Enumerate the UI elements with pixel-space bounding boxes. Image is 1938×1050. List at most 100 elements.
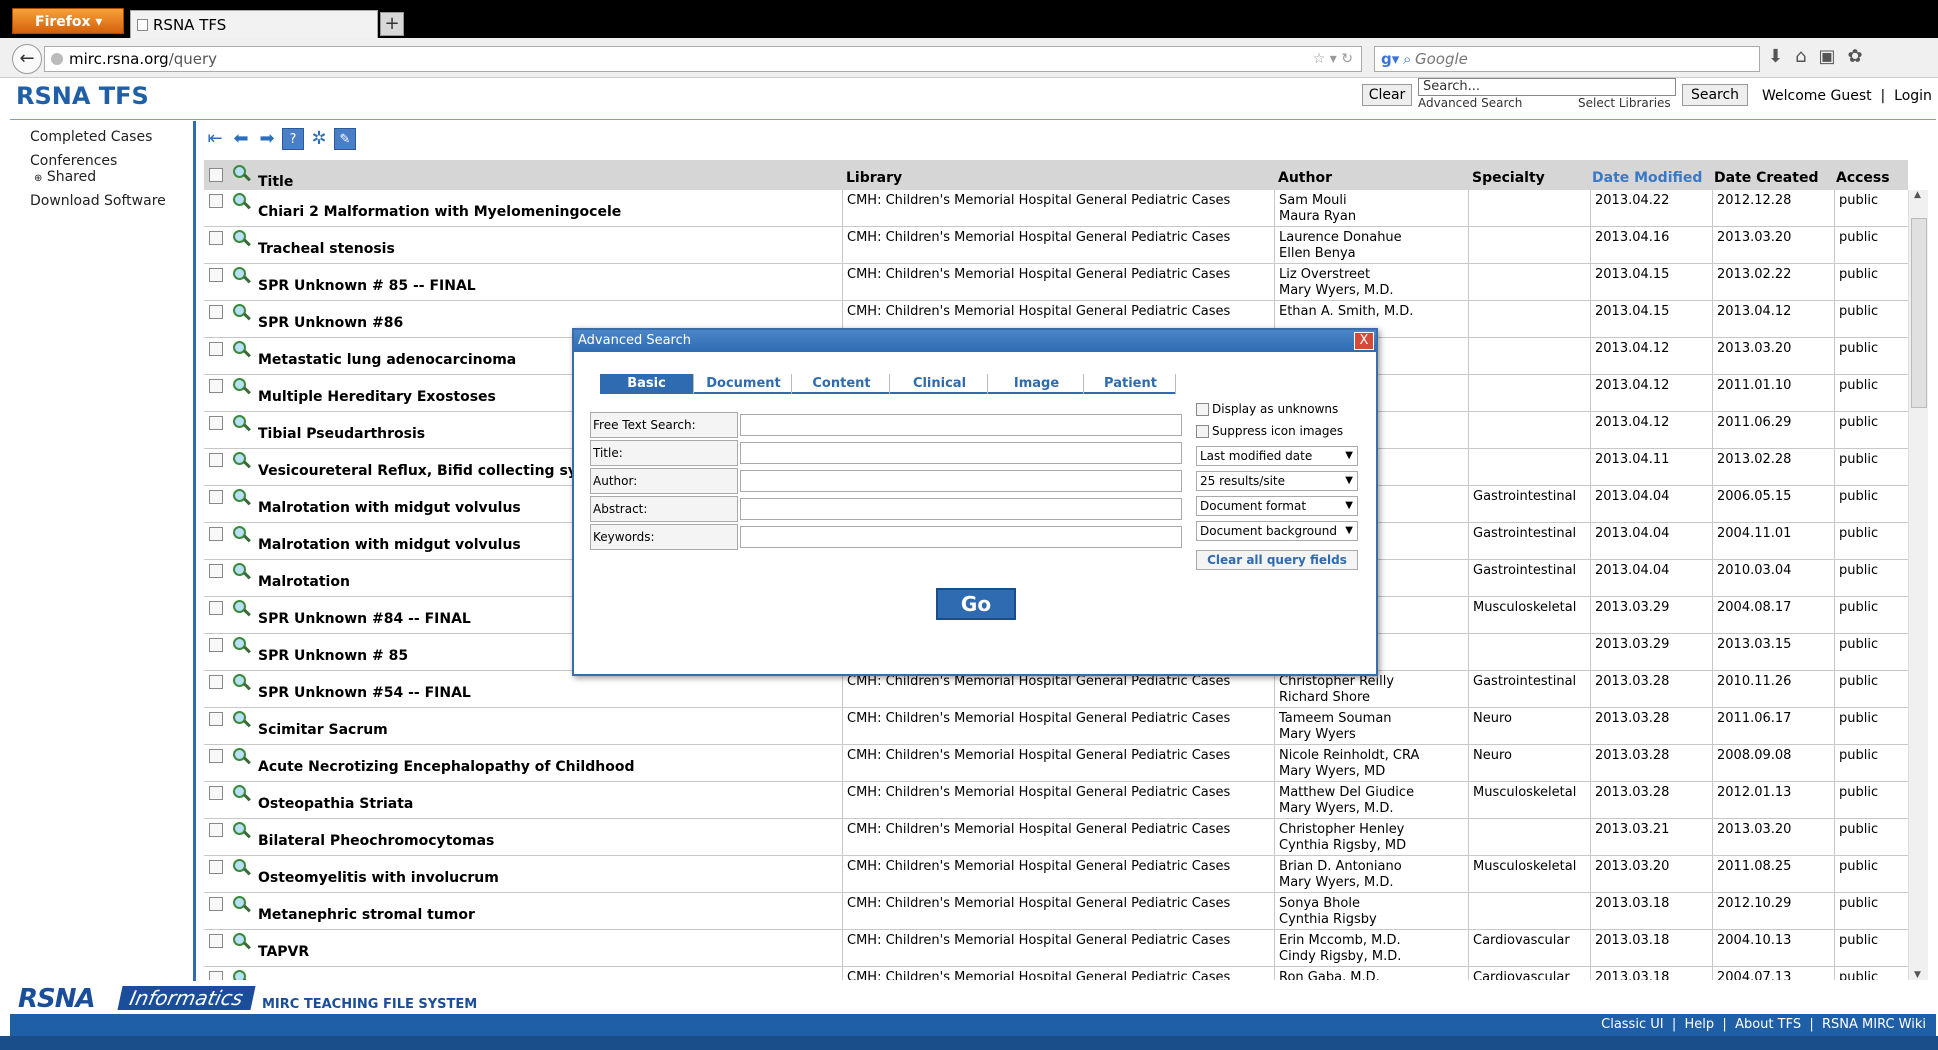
sidebar-item-completed-cases[interactable]: Completed Cases <box>30 129 152 145</box>
advanced-search-link[interactable]: Advanced Search <box>1418 96 1522 110</box>
dropdown-icon[interactable]: ▾ <box>1330 51 1337 67</box>
table-row[interactable]: CMH: Children's Memorial Hospital Genera… <box>204 967 1908 980</box>
case-title[interactable]: Osteopathia Striata <box>258 796 413 812</box>
row-checkbox[interactable] <box>209 638 223 652</box>
row-checkbox[interactable] <box>209 416 223 430</box>
col-title[interactable]: Title <box>258 174 293 190</box>
row-checkbox[interactable] <box>209 342 223 356</box>
search-icon[interactable]: ⌕ <box>1403 47 1423 68</box>
magnifier-icon[interactable] <box>232 562 252 582</box>
magnifier-icon[interactable] <box>232 451 252 471</box>
row-checkbox[interactable] <box>209 564 223 578</box>
table-row[interactable]: SPR Unknown #54 -- FINAL CMH: Children's … <box>204 671 1908 708</box>
help-link[interactable]: Help <box>1685 1017 1715 1032</box>
row-checkbox[interactable] <box>209 379 223 393</box>
row-checkbox[interactable] <box>209 971 223 980</box>
home-icon[interactable]: ⌂ <box>1795 46 1818 67</box>
case-title[interactable]: SPR Unknown # 85 <box>258 648 408 664</box>
clear-button[interactable]: Clear <box>1362 84 1412 106</box>
row-checkbox[interactable] <box>209 897 223 911</box>
row-checkbox[interactable] <box>209 934 223 948</box>
row-checkbox[interactable] <box>209 675 223 689</box>
col-date-created[interactable]: Date Created <box>1714 170 1818 186</box>
row-checkbox[interactable] <box>209 527 223 541</box>
magnifier-icon[interactable] <box>232 673 252 693</box>
case-title[interactable]: SPR Unknown #84 -- FINAL <box>258 611 471 627</box>
classic-ui-link[interactable]: Classic UI <box>1601 1017 1663 1032</box>
title-input[interactable] <box>740 442 1182 464</box>
table-row[interactable]: Tracheal stenosis CMH: Children's Memoria… <box>204 227 1908 264</box>
download-icon[interactable]: ⬇ <box>1768 46 1795 67</box>
row-checkbox[interactable] <box>209 231 223 245</box>
case-title[interactable]: Acute Necrotizing Encephalopathy of Chil… <box>258 759 634 775</box>
table-row[interactable]: Metanephric stromal tumor CMH: Children's… <box>204 893 1908 930</box>
url-bar[interactable]: mirc.rsna.org/query ☆ ▾ ↻ <box>44 46 1362 72</box>
addon-icon[interactable]: ✿ <box>1848 46 1875 67</box>
magnifier-icon[interactable] <box>232 747 252 767</box>
magnifier-icon[interactable] <box>232 414 252 434</box>
prev-page-icon[interactable]: ⬅ <box>230 128 252 150</box>
case-title[interactable]: SPR Unknown #54 -- FINAL <box>258 685 471 701</box>
free-text-input[interactable] <box>740 414 1182 436</box>
display-unknowns-checkbox[interactable]: Display as unknowns <box>1196 402 1338 416</box>
row-checkbox[interactable] <box>209 712 223 726</box>
sidebar-item-conferences[interactable]: Conferences <box>30 153 117 169</box>
row-checkbox[interactable] <box>209 786 223 800</box>
new-tab-button[interactable]: + <box>380 12 404 36</box>
back-button[interactable]: ← <box>12 44 42 74</box>
row-checkbox[interactable] <box>209 453 223 467</box>
results-select[interactable]: 25 results/site ▼ <box>1196 471 1358 491</box>
background-select[interactable]: Document background ▼ <box>1196 521 1358 541</box>
table-row[interactable]: Scimitar Sacrum CMH: Children's Memorial … <box>204 708 1908 745</box>
table-scrollbar[interactable]: ▲ ▼ <box>1908 190 1928 980</box>
col-date-modified[interactable]: Date Modified <box>1592 170 1702 186</box>
select-libraries-link[interactable]: Select Libraries <box>1578 96 1671 110</box>
magnifier-icon[interactable] <box>232 303 252 323</box>
magnifier-icon[interactable] <box>232 266 252 286</box>
gear-icon[interactable]: ✲ <box>308 128 330 150</box>
go-button[interactable]: Go <box>936 588 1016 620</box>
sidebar-item-download-software[interactable]: Download Software <box>30 193 166 209</box>
magnifier-icon[interactable] <box>232 895 252 915</box>
magnifier-icon[interactable] <box>232 340 252 360</box>
search-input[interactable]: Search... <box>1418 78 1676 96</box>
tab-basic[interactable]: Basic <box>600 374 694 394</box>
magnifier-icon[interactable] <box>232 784 252 804</box>
case-title[interactable]: Malrotation <box>258 574 350 590</box>
magnifier-icon[interactable] <box>232 164 252 184</box>
suppress-icons-checkbox[interactable]: Suppress icon images <box>1196 424 1343 438</box>
sort-select[interactable]: Last modified date ▼ <box>1196 446 1358 466</box>
reload-icon[interactable]: ↻ <box>1341 51 1353 67</box>
magnifier-icon[interactable] <box>232 488 252 508</box>
mirc-wiki-link[interactable]: RSNA MIRC Wiki <box>1822 1017 1926 1032</box>
case-title[interactable]: Metanephric stromal tumor <box>258 907 475 923</box>
login-link[interactable]: Login <box>1894 88 1932 104</box>
row-checkbox[interactable] <box>209 601 223 615</box>
case-title[interactable]: Vesicoureteral Reflux, Bifid collecting … <box>258 463 601 479</box>
magnifier-icon[interactable] <box>232 192 252 212</box>
star-icon[interactable]: ☆ <box>1313 51 1326 67</box>
case-title[interactable]: Tracheal stenosis <box>258 241 395 257</box>
next-page-icon[interactable]: ➡ <box>256 128 278 150</box>
clear-all-button[interactable]: Clear all query fields <box>1196 550 1358 570</box>
case-title[interactable]: Multiple Hereditary Exostoses <box>258 389 496 405</box>
row-checkbox[interactable] <box>209 860 223 874</box>
magnifier-icon[interactable] <box>232 229 252 249</box>
edit-icon[interactable]: ✎ <box>334 128 356 150</box>
magnifier-icon[interactable] <box>232 377 252 397</box>
author-input[interactable] <box>740 470 1182 492</box>
magnifier-icon[interactable] <box>232 599 252 619</box>
case-title[interactable]: Scimitar Sacrum <box>258 722 388 738</box>
row-checkbox[interactable] <box>209 305 223 319</box>
browser-tab[interactable]: RSNA TFS <box>130 10 378 38</box>
abstract-input[interactable] <box>740 498 1182 520</box>
case-title[interactable]: Malrotation with midgut volvulus <box>258 537 521 553</box>
scroll-up-icon[interactable]: ▲ <box>1914 190 1921 200</box>
magnifier-icon[interactable] <box>232 636 252 656</box>
col-specialty[interactable]: Specialty <box>1472 170 1545 186</box>
case-title[interactable]: Osteomyelitis with involucrum <box>258 870 499 886</box>
col-library[interactable]: Library <box>846 170 902 186</box>
table-row[interactable]: Osteopathia Striata CMH: Children's Memor… <box>204 782 1908 819</box>
scroll-thumb[interactable] <box>1911 218 1927 408</box>
magnifier-icon[interactable] <box>232 932 252 952</box>
